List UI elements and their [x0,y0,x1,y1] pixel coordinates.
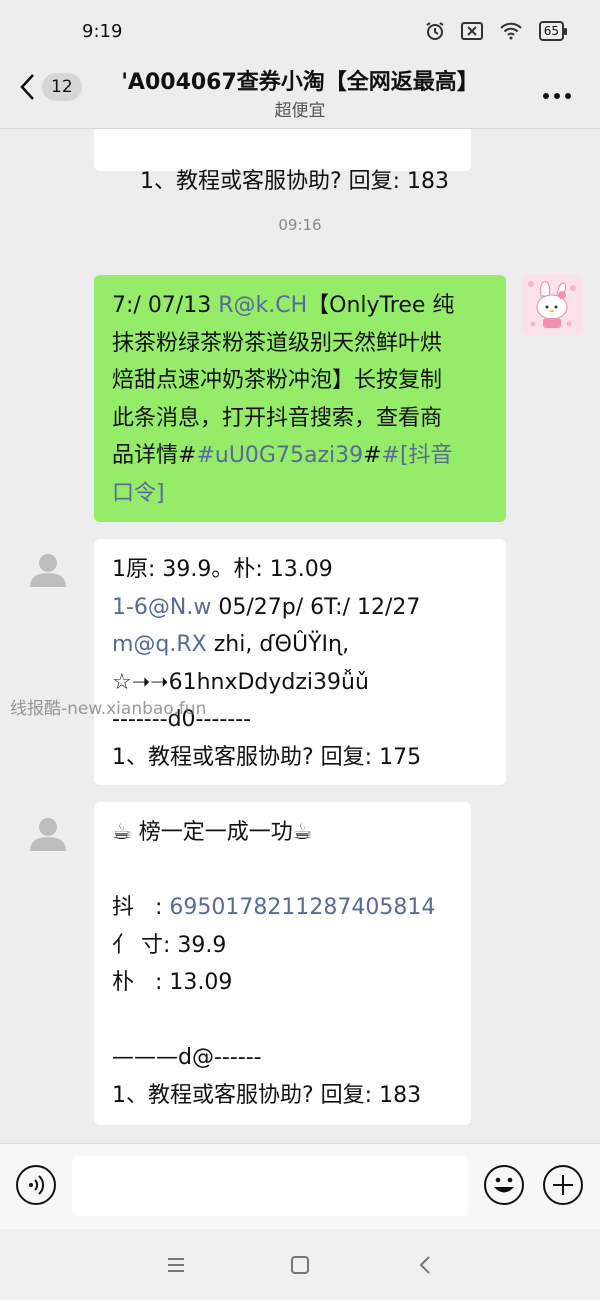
wifi-icon [500,22,522,40]
status-time: 9:19 [82,20,123,42]
message-input[interactable] [72,1156,468,1216]
more-dots-icon [543,93,571,99]
message-text: 1、教程或客服协助? 回复: 183 [139,168,450,194]
message-timestamp: 09:16 [278,216,322,234]
alarm-icon [426,22,444,40]
watermark: 线报酷-new.xianbao.fun [10,699,207,719]
message-bubble-top-partial[interactable]: 1、教程或客服协助? 回复: 183 [94,129,471,194]
message-link[interactable]: m@q.RX [112,632,207,657]
unread-count-badge: 12 [42,73,82,101]
status-bar: 9:19 65 [0,0,600,62]
smiley-icon [484,1165,524,1205]
status-icons: 65 [425,21,568,41]
product-id-link[interactable]: 6950178211287405814 [169,895,435,920]
message-bubble-received[interactable]: ☕ 榜一定一成一功☕ 抖 : 6950178211287405814 亻 寸: … [94,802,471,1125]
message-list[interactable]: 1、教程或客服协助? 回复: 183 09:16 7:/ 07/13 R@k.C… [0,129,600,1143]
back-arrow-icon [419,1256,430,1274]
voice-input-button[interactable] [15,1164,57,1206]
message-link[interactable]: R@k.CH [218,293,307,318]
square-home-icon [291,1256,309,1274]
more-functions-button[interactable] [542,1164,584,1206]
hashtag-link[interactable]: #uU0G75azi39 [196,443,363,468]
contact-avatar[interactable] [21,542,75,596]
chevron-left-icon [20,74,34,100]
sim-disabled-icon [460,22,483,40]
contact-avatar[interactable] [21,806,75,860]
message-link[interactable]: 1-6@N.w [112,595,211,620]
more-options-button[interactable] [542,74,572,107]
system-back-button[interactable] [414,1253,438,1277]
home-button[interactable] [288,1253,312,1277]
back-button[interactable]: 12 [18,72,82,102]
emoji-button[interactable] [483,1164,525,1206]
self-avatar[interactable] [521,274,583,336]
chat-title: 'A004067查券小淘【全网返最高】 [121,70,479,95]
menu-button[interactable] [164,1253,188,1277]
chat-subtitle: 超便宜 [274,101,326,121]
menu-icon [168,1258,184,1272]
battery-indicator: 65 [538,21,568,41]
input-bar [0,1143,600,1229]
system-navigation-bar [0,1229,600,1300]
voice-icon [16,1165,56,1205]
plus-icon [543,1165,583,1205]
melody-avatar-icon [521,274,583,336]
chat-header: 12 'A004067查券小淘【全网返最高】 超便宜 [0,62,600,129]
default-user-icon [21,806,75,860]
default-user-icon [21,542,75,596]
message-bubble-sent[interactable]: 7:/ 07/13 R@k.CH【OnlyTree 纯 抹茶粉绿茶粉茶道级别天然… [94,275,506,522]
message-bubble-received[interactable]: 1原: 39.9。朴: 13.09 1-6@N.w 05/27p/ 6T:/ 1… [94,539,506,785]
